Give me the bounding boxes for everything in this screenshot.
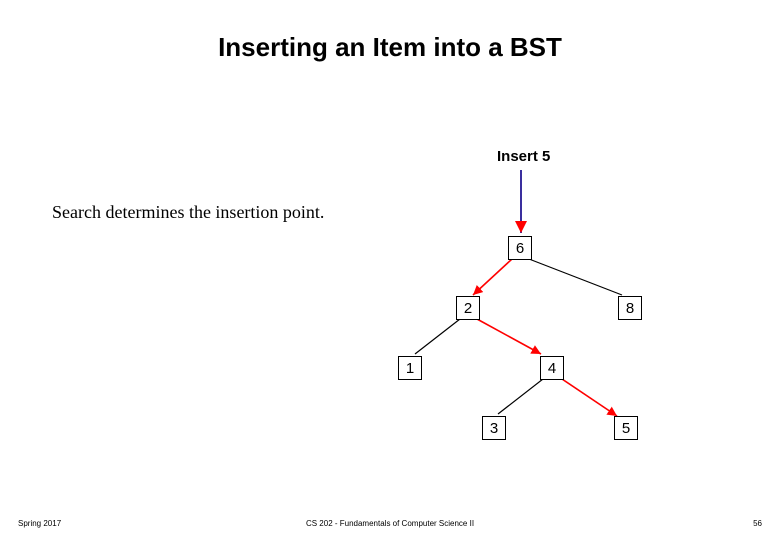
node-3: 3 bbox=[482, 416, 506, 440]
tree-edges bbox=[0, 0, 780, 540]
edge-2-4 bbox=[477, 319, 541, 354]
edge-4-3 bbox=[498, 379, 543, 414]
node-2: 2 bbox=[456, 296, 480, 320]
search-note: Search determines the insertion point. bbox=[52, 202, 324, 223]
node-6: 6 bbox=[508, 236, 532, 260]
edge-4-5-arrow bbox=[562, 379, 617, 416]
footer-right: 56 bbox=[753, 519, 762, 528]
node-5: 5 bbox=[614, 416, 638, 440]
edge-6-2 bbox=[473, 259, 512, 295]
node-1: 1 bbox=[398, 356, 422, 380]
edge-6-8 bbox=[529, 259, 622, 295]
node-8: 8 bbox=[618, 296, 642, 320]
edge-2-1 bbox=[415, 319, 460, 354]
node-4: 4 bbox=[540, 356, 564, 380]
footer-center: CS 202 - Fundamentals of Computer Scienc… bbox=[0, 519, 780, 528]
insert-label: Insert 5 bbox=[497, 148, 550, 165]
edge-4-5-dashed bbox=[562, 379, 614, 414]
slide-title: Inserting an Item into a BST bbox=[0, 32, 780, 63]
